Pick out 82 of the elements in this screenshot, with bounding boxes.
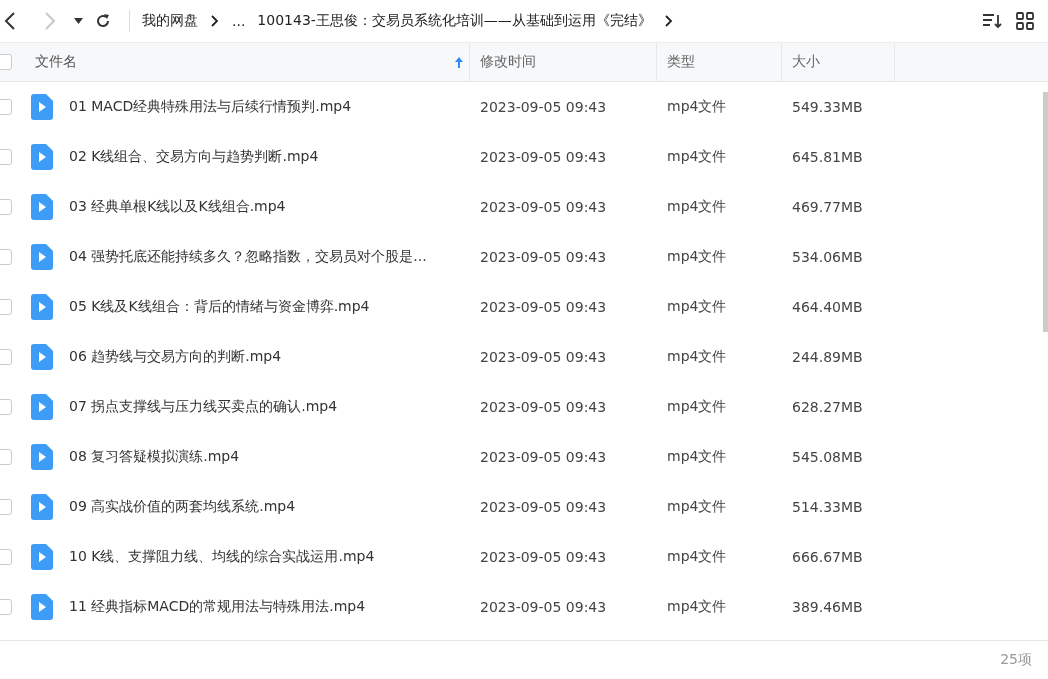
row-checkbox[interactable] xyxy=(0,199,12,215)
modified-time: 2023-09-05 09:43 xyxy=(480,499,607,515)
file-name[interactable]: 03 经典单根K线以及K线组合.mp4 xyxy=(69,198,286,216)
file-name[interactable]: 05 K线及K线组合：背后的情绪与资金博弈.mp4 xyxy=(69,298,370,316)
video-file-icon xyxy=(31,344,53,370)
file-name[interactable]: 01 MACD经典特殊用法与后续行情预判.mp4 xyxy=(69,98,352,116)
file-name[interactable]: 09 高实战价值的两套均线系统.mp4 xyxy=(69,498,296,516)
refresh-icon[interactable] xyxy=(95,13,111,29)
modified-time: 2023-09-05 09:43 xyxy=(480,99,607,115)
breadcrumb-item[interactable]: 我的网盘 xyxy=(142,12,198,30)
column-header[interactable]: 修改时间 xyxy=(480,53,536,71)
breadcrumb-item[interactable]: ... xyxy=(232,13,246,29)
row-checkbox[interactable] xyxy=(0,149,12,165)
row-checkbox[interactable] xyxy=(0,499,12,515)
video-file-icon xyxy=(31,394,53,420)
file-size: 464.40MB xyxy=(792,299,863,315)
file-type: mp4文件 xyxy=(667,298,727,316)
file-size: 549.33MB xyxy=(792,99,863,115)
row-checkbox[interactable] xyxy=(0,449,12,465)
file-name[interactable]: 04 强势托底还能持续多久？忽略指数，交易员对个股是... xyxy=(69,248,427,266)
modified-time: 2023-09-05 09:43 xyxy=(480,549,607,565)
modified-time: 2023-09-05 09:43 xyxy=(480,149,607,165)
file-name[interactable]: 11 经典指标MACD的常规用法与特殊用法.mp4 xyxy=(69,598,366,616)
file-type: mp4文件 xyxy=(667,498,727,516)
row-checkbox[interactable] xyxy=(0,399,12,415)
file-type: mp4文件 xyxy=(667,198,727,216)
file-name[interactable]: 02 K线组合、交易方向与趋势判断.mp4 xyxy=(69,148,319,166)
video-file-icon xyxy=(31,144,53,170)
dropdown-icon[interactable] xyxy=(74,18,83,24)
file-type: mp4文件 xyxy=(667,248,727,266)
select-all-checkbox[interactable] xyxy=(0,54,12,70)
sort-arrow-icon xyxy=(455,56,463,68)
scrollbar[interactable] xyxy=(1043,92,1048,332)
row-checkbox[interactable] xyxy=(0,299,12,315)
file-size: 389.46MB xyxy=(792,599,863,615)
video-file-icon xyxy=(31,194,53,220)
row-checkbox[interactable] xyxy=(0,599,12,615)
file-size: 514.33MB xyxy=(792,499,863,515)
modified-time: 2023-09-05 09:43 xyxy=(480,599,607,615)
video-file-icon xyxy=(31,244,53,270)
file-size: 244.89MB xyxy=(792,349,863,365)
file-size: 469.77MB xyxy=(792,199,863,215)
file-size: 645.81MB xyxy=(792,149,863,165)
file-size: 628.27MB xyxy=(792,399,863,415)
modified-time: 2023-09-05 09:43 xyxy=(480,249,607,265)
video-file-icon xyxy=(31,94,53,120)
file-type: mp4文件 xyxy=(667,398,727,416)
file-type: mp4文件 xyxy=(667,598,727,616)
file-name[interactable]: 10 K线、支撑阻力线、均线的综合实战运用.mp4 xyxy=(69,548,375,566)
row-checkbox[interactable] xyxy=(0,99,12,115)
file-size: 534.06MB xyxy=(792,249,863,265)
row-checkbox[interactable] xyxy=(0,249,12,265)
video-file-icon xyxy=(31,594,53,620)
file-type: mp4文件 xyxy=(667,148,727,166)
file-type: mp4文件 xyxy=(667,548,727,566)
file-type: mp4文件 xyxy=(667,98,727,116)
modified-time: 2023-09-05 09:43 xyxy=(480,449,607,465)
modified-time: 2023-09-05 09:43 xyxy=(480,199,607,215)
file-type: mp4文件 xyxy=(667,448,727,466)
modified-time: 2023-09-05 09:43 xyxy=(480,399,607,415)
item-count: 25项 xyxy=(1000,651,1032,669)
grid-view-icon[interactable] xyxy=(1016,12,1034,30)
file-name[interactable]: 08 复习答疑模拟演练.mp4 xyxy=(69,448,240,466)
column-header[interactable]: 大小 xyxy=(792,53,820,71)
modified-time: 2023-09-05 09:43 xyxy=(480,299,607,315)
file-name[interactable]: 07 拐点支撑线与压力线买卖点的确认.mp4 xyxy=(69,398,338,416)
row-checkbox[interactable] xyxy=(0,349,12,365)
file-name[interactable]: 06 趋势线与交易方向的判断.mp4 xyxy=(69,348,282,366)
back-icon[interactable] xyxy=(4,12,16,30)
video-file-icon xyxy=(31,544,53,570)
breadcrumb-item[interactable]: 100143-王思俊：交易员系统化培训——从基础到运用《完结》 xyxy=(257,12,652,30)
video-file-icon xyxy=(31,494,53,520)
column-header[interactable]: 类型 xyxy=(667,53,695,71)
file-size: 666.67MB xyxy=(792,549,863,565)
sort-icon[interactable] xyxy=(982,13,1002,29)
video-file-icon xyxy=(31,444,53,470)
file-size: 545.08MB xyxy=(792,449,863,465)
file-type: mp4文件 xyxy=(667,348,727,366)
modified-time: 2023-09-05 09:43 xyxy=(480,349,607,365)
video-file-icon xyxy=(31,294,53,320)
row-checkbox[interactable] xyxy=(0,549,12,565)
column-header[interactable]: 文件名 xyxy=(35,53,77,71)
